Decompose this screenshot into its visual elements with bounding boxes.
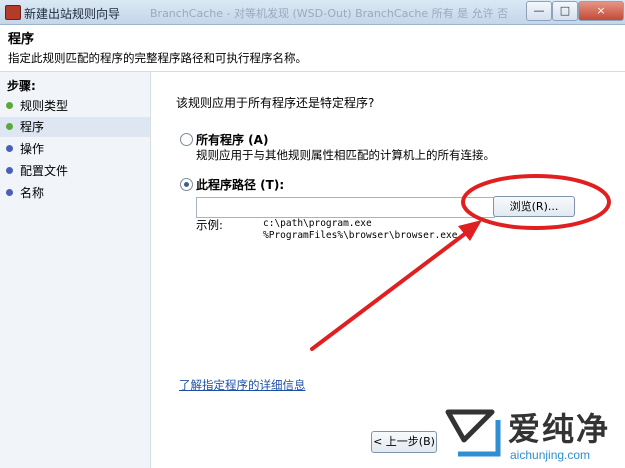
watermark-url: aichunjing.com	[510, 448, 591, 462]
example-label: 示例:	[196, 218, 223, 232]
all-programs-label[interactable]: 所有程序 (A)	[196, 131, 268, 148]
page-description: 指定此规则匹配的程序的完整程序路径和可执行程序名称。	[8, 51, 307, 65]
step-status-icon	[6, 145, 13, 152]
step-status-icon	[6, 123, 13, 130]
steps-panel: 步骤: 规则类型 程序 操作 配置文件 名称	[0, 72, 151, 468]
wizard-icon	[5, 5, 21, 20]
close-button[interactable]: ×	[578, 1, 624, 21]
background-window-text: BranchCache - 对等机发现 (WSD-Out) BranchCach…	[150, 7, 509, 20]
wizard-header: 程序 指定此规则匹配的程序的完整程序路径和可执行程序名称。	[0, 25, 625, 72]
example-path: c:\path\program.exe	[263, 218, 372, 229]
watermark: 爱纯净 aichunjing.com	[438, 398, 625, 468]
program-path-input[interactable]	[196, 197, 495, 218]
watermark-text: 爱纯净	[508, 410, 611, 448]
step-program[interactable]: 程序	[0, 117, 150, 137]
step-label: 名称	[20, 186, 45, 200]
all-programs-description: 规则应用于与其他规则属性相匹配的计算机上的所有连接。	[196, 148, 495, 162]
step-label: 规则类型	[20, 99, 69, 113]
step-label: 程序	[20, 120, 45, 134]
program-path-label[interactable]: 此程序路径 (T):	[196, 176, 284, 193]
learn-more-link[interactable]: 了解指定程序的详细信息	[179, 377, 306, 393]
browse-button[interactable]: 浏览(R)...	[493, 196, 575, 217]
step-status-icon	[6, 102, 13, 109]
page-title: 程序	[8, 32, 35, 47]
step-action[interactable]: 操作	[0, 139, 150, 159]
program-path-radio[interactable]	[180, 178, 193, 191]
all-programs-radio[interactable]	[180, 133, 193, 146]
title-bar: 新建出站规则向导 BranchCache - 对等机发现 (WSD-Out) B…	[0, 0, 625, 25]
minimize-button[interactable]: —	[526, 1, 552, 21]
step-name[interactable]: 名称	[0, 183, 150, 203]
step-rule-type[interactable]: 规则类型	[0, 96, 150, 116]
example-path: %ProgramFiles%\browser\browser.exe	[263, 230, 458, 241]
maximize-button[interactable]: □	[552, 1, 578, 21]
step-label: 操作	[20, 142, 45, 156]
step-label: 配置文件	[20, 164, 69, 178]
scope-question: 该规则应用于所有程序还是特定程序?	[176, 96, 375, 110]
back-button[interactable]: < 上一步(B)	[371, 431, 437, 453]
step-status-icon	[6, 167, 13, 174]
steps-title: 步骤:	[7, 79, 36, 93]
step-profile[interactable]: 配置文件	[0, 161, 150, 181]
window-title: 新建出站规则向导	[24, 7, 121, 21]
step-status-icon	[6, 189, 13, 196]
watermark-logo-icon	[445, 409, 501, 457]
